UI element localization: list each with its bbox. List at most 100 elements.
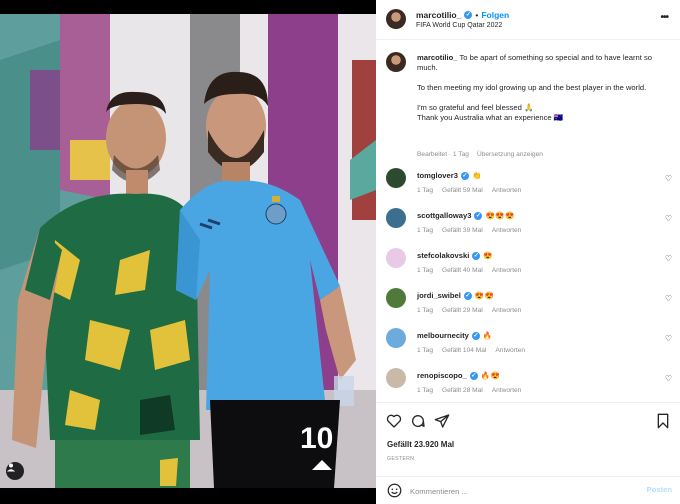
verified-badge-icon: ✓ <box>471 331 480 340</box>
commenter-avatar[interactable] <box>386 248 406 268</box>
comment-text: 😍😍 <box>474 291 495 300</box>
comment-heart-icon[interactable]: ♡ <box>665 214 672 223</box>
separator: • <box>475 10 479 20</box>
verified-badge-icon: ✓ <box>464 11 473 19</box>
post-button[interactable]: Posten <box>647 485 672 494</box>
commenter-username[interactable]: stefcolakovski <box>417 251 469 260</box>
post-actions: Gefällt 23.920 Mal GESTERN <box>376 402 680 476</box>
comment-meta: 1 Tag Gefällt 104 Mal Antworten <box>417 347 525 354</box>
comment-heart-icon[interactable]: ♡ <box>665 334 672 343</box>
comment-line: jordi_swibel ✓ 😍😍 <box>417 291 495 300</box>
commenter-avatar[interactable] <box>386 208 406 228</box>
reply-button[interactable]: Antworten <box>492 307 522 314</box>
comment-line: scottgalloway3 ✓ 😍😍😍 <box>417 211 515 220</box>
comment-likes[interactable]: Gefällt 29 Mal <box>442 307 483 314</box>
comment-heart-icon[interactable]: ♡ <box>665 374 672 383</box>
post-side-panel: marcotilio_ ✓ • Folgen FIFA World Cup Qa… <box>376 0 680 504</box>
caption-meta: Bearbeitet · 1 Tag Übersetzung anzeigen <box>417 151 543 158</box>
comment-icon[interactable] <box>410 413 426 434</box>
commenter-avatar[interactable] <box>386 368 406 388</box>
commenter-username[interactable]: renopiscopo_ <box>417 371 467 380</box>
reply-button[interactable]: Antworten <box>492 267 522 274</box>
author-username[interactable]: marcotilio_ <box>416 10 461 20</box>
author-avatar[interactable] <box>386 9 406 29</box>
verified-badge-icon: ✓ <box>463 291 472 300</box>
comment-item: jordi_swibel ✓ 😍😍 1 Tag Gefällt 29 Mal A… <box>376 288 680 328</box>
comment-input[interactable] <box>410 485 630 497</box>
photo-illustration: 10 <box>0 0 376 504</box>
comment-heart-icon[interactable]: ♡ <box>665 294 672 303</box>
caption-username[interactable]: marcotilio_ <box>417 53 458 62</box>
post-photo[interactable]: 10 <box>0 0 376 504</box>
comment-line: tomglover3 ✓ 👏 <box>417 171 482 180</box>
reply-button[interactable]: Antworten <box>495 347 525 354</box>
comment-text: 👏 <box>471 171 482 180</box>
comment-text: 😍😍😍 <box>485 211 515 220</box>
verified-badge-icon: ✓ <box>460 171 469 180</box>
post-header: marcotilio_ ✓ • Folgen FIFA World Cup Qa… <box>376 0 680 40</box>
reply-button[interactable]: Antworten <box>492 387 522 394</box>
share-icon[interactable] <box>434 413 450 434</box>
add-comment-bar: Posten <box>376 476 680 504</box>
comment-time: 1 Tag <box>417 187 434 194</box>
comment-item: scottgalloway3 ✓ 😍😍😍 1 Tag Gefällt 39 Ma… <box>376 208 680 248</box>
verified-badge-icon: ✓ <box>474 211 483 220</box>
reply-button[interactable]: Antworten <box>492 187 522 194</box>
emoji-icon[interactable] <box>387 483 402 503</box>
caption-edited: Bearbeitet · 1 Tag <box>417 151 469 158</box>
user-tag-icon[interactable] <box>6 462 24 480</box>
heart-icon[interactable] <box>386 413 402 434</box>
comment-likes[interactable]: Gefällt 39 Mal <box>442 227 483 234</box>
comment-meta: 1 Tag Gefällt 40 Mal Antworten <box>417 267 521 274</box>
translate-link[interactable]: Übersetzung anzeigen <box>477 151 543 158</box>
reply-button[interactable]: Antworten <box>492 227 522 234</box>
caption-text: marcotilio_ To be apart of something so … <box>417 53 657 123</box>
comment-line: melbournecity ✓ 🔥 <box>417 331 493 340</box>
comments-list[interactable]: marcotilio_ To be apart of something so … <box>376 40 680 402</box>
comment-meta: 1 Tag Gefällt 28 Mal Antworten <box>417 387 521 394</box>
comment-line: renopiscopo_ ✓ 🔥😍 <box>417 371 500 380</box>
comment-item: tomglover3 ✓ 👏 1 Tag Gefällt 59 Mal Antw… <box>376 168 680 208</box>
comment-item: melbournecity ✓ 🔥 1 Tag Gefällt 104 Mal … <box>376 328 680 368</box>
comment-likes[interactable]: Gefällt 104 Mal <box>442 347 486 354</box>
comment-time: 1 Tag <box>417 227 434 234</box>
author-line: marcotilio_ ✓ • Folgen <box>416 10 509 20</box>
commenter-avatar[interactable] <box>386 288 406 308</box>
comment-item: stefcolakovski ✓ 😍 1 Tag Gefällt 40 Mal … <box>376 248 680 288</box>
comment-heart-icon[interactable]: ♡ <box>665 174 672 183</box>
comment-time: 1 Tag <box>417 307 434 314</box>
comment-meta: 1 Tag Gefällt 39 Mal Antworten <box>417 227 521 234</box>
comment-time: 1 Tag <box>417 347 434 354</box>
more-horizontal-icon[interactable]: ••• <box>660 12 668 23</box>
post-date: GESTERN <box>387 456 415 462</box>
comment-meta: 1 Tag Gefällt 29 Mal Antworten <box>417 307 521 314</box>
comment-item: renopiscopo_ ✓ 🔥😍 1 Tag Gefällt 28 Mal A… <box>376 368 680 402</box>
location-link[interactable]: FIFA World Cup Qatar 2022 <box>416 22 502 29</box>
comment-likes[interactable]: Gefällt 40 Mal <box>442 267 483 274</box>
comment-text: 😍 <box>483 251 494 260</box>
comment-time: 1 Tag <box>417 387 434 394</box>
caption-line-2: To then meeting my idol growing up and t… <box>417 83 647 92</box>
follow-button[interactable]: Folgen <box>481 10 509 20</box>
commenter-username[interactable]: tomglover3 <box>417 171 458 180</box>
comment-text: 🔥😍 <box>480 371 501 380</box>
commenter-avatar[interactable] <box>386 328 406 348</box>
comment-likes[interactable]: Gefällt 28 Mal <box>442 387 483 394</box>
commenter-avatar[interactable] <box>386 168 406 188</box>
comment-heart-icon[interactable]: ♡ <box>665 254 672 263</box>
caption-line-4: Thank you Australia what an experience 🇦… <box>417 113 564 122</box>
comment-time: 1 Tag <box>417 267 434 274</box>
comment-likes[interactable]: Gefällt 59 Mal <box>442 187 483 194</box>
svg-text:10: 10 <box>300 422 333 455</box>
verified-badge-icon: ✓ <box>472 251 481 260</box>
bookmark-icon[interactable] <box>656 413 670 434</box>
caption-line-3: I'm so grateful and feel blessed 🙏 <box>417 103 534 112</box>
comment-meta: 1 Tag Gefällt 59 Mal Antworten <box>417 187 521 194</box>
likes-count[interactable]: Gefällt 23.920 Mal <box>387 440 454 449</box>
commenter-username[interactable]: jordi_swibel <box>417 291 461 300</box>
comment-text: 🔥 <box>482 331 493 340</box>
verified-badge-icon: ✓ <box>469 371 478 380</box>
commenter-username[interactable]: melbournecity <box>417 331 469 340</box>
commenter-username[interactable]: scottgalloway3 <box>417 211 471 220</box>
caption-avatar[interactable] <box>386 52 406 72</box>
